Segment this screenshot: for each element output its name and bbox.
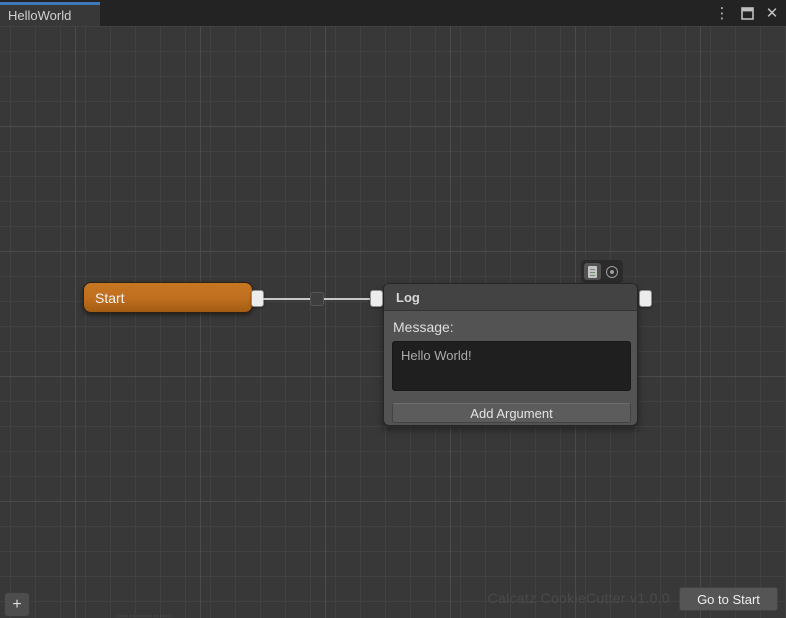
focus-icon[interactable]	[603, 263, 620, 280]
script-glyph	[588, 266, 597, 278]
log-node-title: Log	[396, 290, 420, 305]
add-argument-button[interactable]: Add Argument	[392, 403, 631, 423]
log-input-port[interactable]	[370, 290, 383, 307]
watermark: Calcatz CookieCutter v1.0.0	[488, 590, 670, 606]
window-controls: ⋮ ✕	[714, 0, 780, 26]
maximize-icon[interactable]	[739, 5, 755, 21]
script-icon[interactable]	[584, 263, 601, 280]
bottom-edge-artifact	[118, 615, 170, 617]
window-topbar: HelloWorld ⋮ ✕	[0, 0, 786, 26]
log-output-port[interactable]	[639, 290, 652, 307]
start-node-label: Start	[95, 290, 125, 306]
close-icon[interactable]: ✕	[764, 5, 780, 21]
go-to-start-button[interactable]: Go to Start	[679, 587, 778, 611]
focus-glyph	[606, 266, 618, 278]
graph-canvas[interactable]: Start Log Message: Add Argument Calcatz …	[0, 26, 786, 618]
start-node[interactable]: Start	[83, 282, 253, 313]
menu-icon[interactable]: ⋮	[714, 5, 730, 21]
node-toolbar	[581, 260, 623, 283]
tab-label: HelloWorld	[8, 8, 71, 23]
message-label: Message:	[393, 319, 454, 335]
log-node-header[interactable]: Log	[384, 284, 637, 311]
message-input[interactable]	[392, 341, 631, 391]
add-node-button[interactable]: +	[4, 592, 30, 617]
log-node[interactable]: Log Message: Add Argument	[383, 283, 638, 426]
graph-editor-window: HelloWorld ⋮ ✕ Start	[0, 0, 786, 618]
edge-midpoint-handle[interactable]	[310, 292, 324, 306]
tab-helloworld[interactable]: HelloWorld	[0, 2, 100, 26]
